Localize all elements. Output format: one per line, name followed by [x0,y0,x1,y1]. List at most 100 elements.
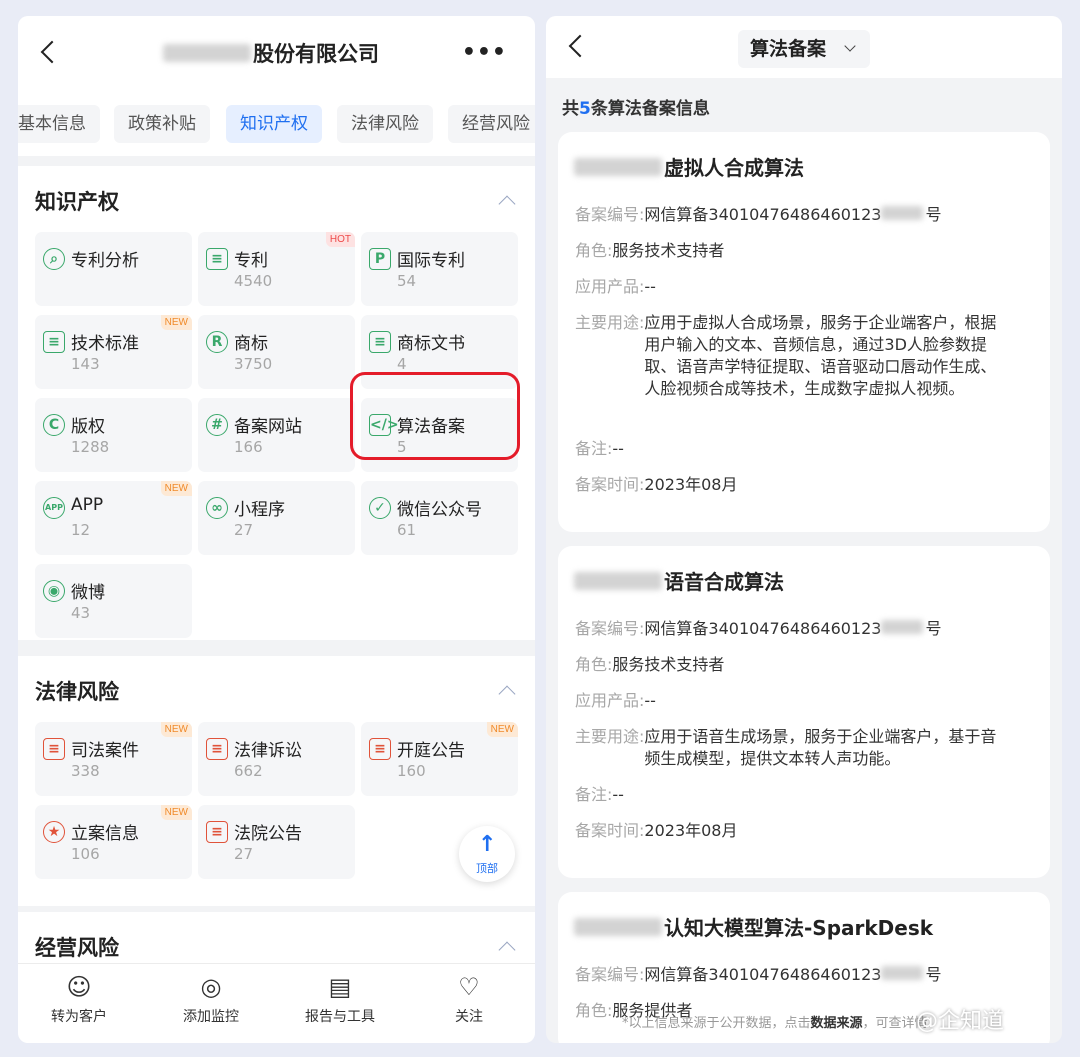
row-reg-number: 备案编号:网信算备34010476486460123 号 [575,204,941,226]
monitor-camera-icon: ◎ [200,973,222,1001]
company-detail-screen: 股份有限公司 ••• 基本信息 政策补贴 知识产权 法律风险 经营风险 知识产权… [18,16,535,1043]
tab-policy-subsidy[interactable]: 政策补贴 [114,105,210,143]
field-label: 应用产品: [575,277,645,296]
bottom-nav: ☺ 转为客户 ◎ 添加监控 ▤ 报告与工具 ♡ 关注 [18,963,535,1043]
globe-icon: # [206,414,228,436]
nav-add-monitor[interactable]: ◎ 添加监控 [156,972,266,1026]
field-value: -- [612,439,624,458]
more-options-button[interactable]: ••• [462,42,507,64]
company-title: 股份有限公司 [163,38,379,68]
hearing-doc-icon: ≡ [369,738,391,760]
field-value: 服务技术支持者 [612,241,725,260]
algorithm-name: 虚拟人合成算法 [664,156,804,180]
nav-follow[interactable]: ♡ 关注 [414,972,524,1026]
card-court-notice[interactable]: ≡ 法院公告 27 [198,805,355,879]
field-label: 主要用途: [575,313,645,332]
card-court-hearing[interactable]: ≡ 开庭公告 160 NEW [361,722,518,796]
highlight-circle [350,372,520,460]
back-to-top-label: 顶部 [476,862,498,875]
weibo-icon: ◉ [43,580,65,602]
field-label: 角色: [575,241,613,260]
litigation-doc-icon: ≡ [206,738,228,760]
card-count: 54 [397,272,417,290]
new-badge: NEW [160,315,192,330]
tab-intellectual-property[interactable]: 知识产权 [226,105,322,143]
trademark-doc-icon: ≡ [369,331,391,353]
record-card[interactable]: 语音合成算法 备案编号:网信算备34010476486460123 号 角色:服务… [558,546,1050,878]
category-dropdown[interactable]: 算法备案 [738,30,870,68]
new-badge: NEW [160,481,192,496]
back-button[interactable] [566,30,592,64]
record-title: 认知大模型算法-SparkDesk [574,912,933,941]
redacted-name [574,571,662,590]
watermark-text: @企知道 [916,1009,1005,1034]
card-count: 3750 [234,355,273,373]
card-trademark[interactable]: R 商标 3750 [198,315,355,389]
card-patent[interactable]: ≡ 专利 4540 HOT [198,232,355,306]
card-patent-analysis[interactable]: ⌕ 专利分析 [35,232,192,306]
chevron-down-icon [844,40,856,52]
algorithm-name: 语音合成算法 [664,570,784,594]
card-intl-patent[interactable]: P 国际专利 54 [361,232,518,306]
header-bar: 算法备案 [546,16,1062,78]
card-app[interactable]: APP APP 12 NEW [35,481,192,555]
back-to-top-button[interactable]: ↑ 顶部 [459,826,515,882]
record-card[interactable]: 虚拟人合成算法 备案编号:网信算备34010476486460123 号 角色:服… [558,132,1050,532]
card-tech-standard[interactable]: ≡ 技术标准 143 NEW [35,315,192,389]
card-label: 司法案件 [71,741,139,761]
section-title: 法律风险 [35,680,119,704]
tab-legal-risk[interactable]: 法律风险 [337,105,433,143]
nav-convert-customer[interactable]: ☺ 转为客户 [24,972,134,1026]
field-value-suffix: 号 [925,205,942,224]
card-registered-website[interactable]: # 备案网站 166 [198,398,355,472]
collapse-chevron-icon[interactable] [498,195,516,213]
copyright-icon: C [43,414,65,436]
tab-basic-info[interactable]: 基本信息 [18,105,100,143]
card-count: 1288 [71,438,110,456]
collapse-chevron-icon[interactable] [498,941,516,959]
field-label: 备案时间: [575,821,645,840]
card-copyright[interactable]: C 版权 1288 [35,398,192,472]
tab-business-risk[interactable]: 经营风险 [448,105,535,143]
card-count: 27 [234,521,254,539]
standard-doc-icon: ≡ [43,331,65,353]
field-label: 备案编号: [575,965,645,984]
row-product: 应用产品:-- [575,276,656,298]
nav-label: 添加监控 [183,1009,239,1025]
field-value: 应用于语音生成场景，服务于企业端客户，基于音频生成模型，提供文本转人声功能。 [644,727,997,768]
card-weibo[interactable]: ◉ 微博 43 [35,564,192,638]
card-label: 小程序 [234,500,285,520]
field-value: -- [644,277,656,296]
algorithm-name: 认知大模型算法-SparkDesk [664,916,934,940]
patent-icon: ≡ [206,248,228,270]
row-reg-number: 备案编号:网信算备34010476486460123 号 [575,964,941,986]
card-wechat-account[interactable]: ✓ 微信公众号 61 [361,481,518,555]
card-label: 立案信息 [71,824,139,844]
section-title: 经营风险 [35,936,119,960]
collapse-chevron-icon[interactable] [498,685,516,703]
card-judicial-cases[interactable]: ≡ 司法案件 338 NEW [35,722,192,796]
app-icon: APP [43,497,65,519]
nav-label: 转为客户 [51,1009,107,1025]
card-litigation[interactable]: ≡ 法律诉讼 662 [198,722,355,796]
redacted-name [163,44,251,62]
field-value-suffix: 号 [925,965,942,984]
card-case-filing[interactable]: ★ 立案信息 106 NEW [35,805,192,879]
card-mini-program[interactable]: ∞ 小程序 27 [198,481,355,555]
count-suffix: 条算法备案信息 [590,99,710,119]
field-label: 备案时间: [575,475,645,494]
back-button[interactable] [38,36,64,70]
nav-report-tools[interactable]: ▤ 报告与工具 [285,972,395,1026]
card-count: 4 [397,355,407,373]
redacted-name [574,157,662,176]
intl-patent-icon: P [369,248,391,270]
hot-badge: HOT [325,232,355,247]
row-product: 应用产品:-- [575,690,656,712]
card-count: 166 [234,438,263,456]
data-source-link[interactable]: 数据来源 [811,1016,863,1031]
field-value: -- [644,691,656,710]
wechat-badge-icon: ✓ [369,497,391,519]
card-count: 662 [234,762,263,780]
card-count: 4540 [234,272,273,290]
star-icon: ★ [43,821,65,843]
